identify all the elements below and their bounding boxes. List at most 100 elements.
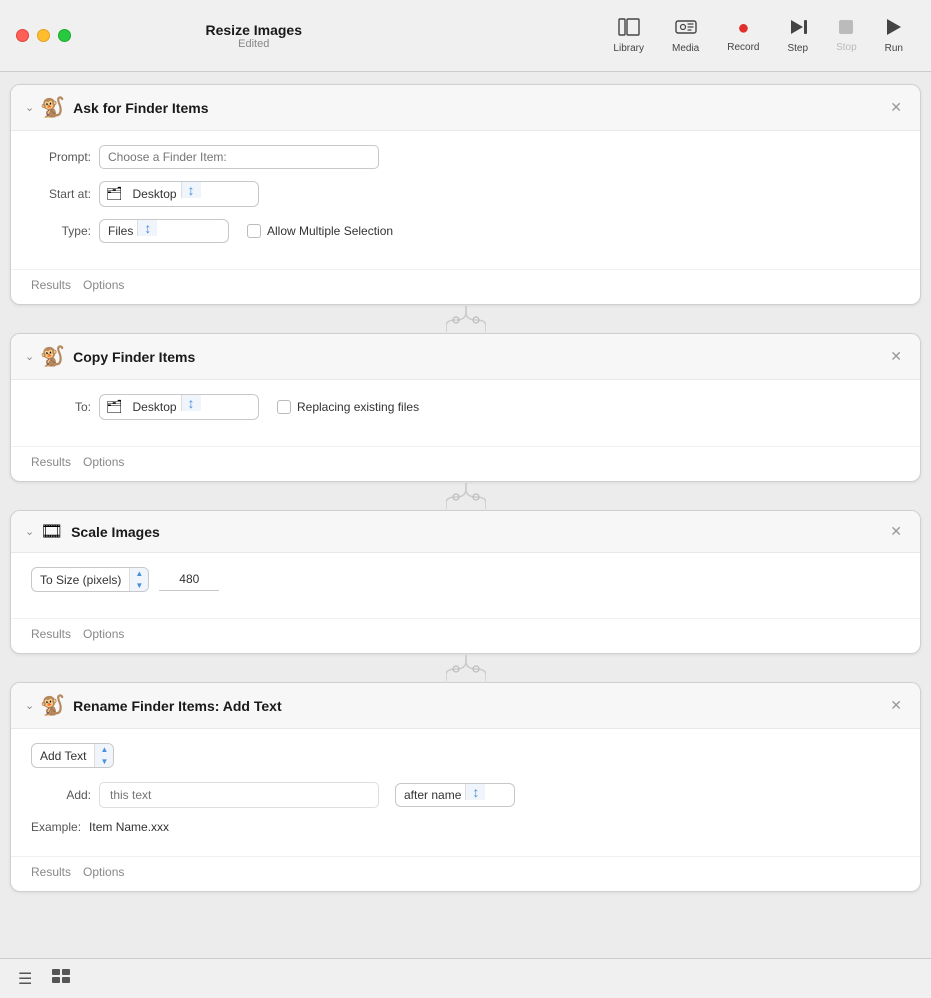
media-label: Media [672, 43, 699, 54]
add-type-text: Add Text [32, 745, 94, 767]
main-content: ⌄ 🐒 Ask for Finder Items ✕ Prompt: Start… [0, 72, 931, 944]
scale-arrow-down[interactable]: ▼ [130, 580, 148, 592]
prompt-row: Prompt: [31, 145, 900, 169]
card2-body: To: 🗂 Desktop ↕ Replacing existing files [11, 380, 920, 438]
add-text-input[interactable] [99, 782, 379, 808]
replacing-checkbox[interactable] [277, 400, 291, 414]
card1-header: ⌄ 🐒 Ask for Finder Items ✕ [11, 85, 920, 131]
run-button[interactable]: Run [873, 12, 915, 60]
card-rename-finder-items: ⌄ 🐒 Rename Finder Items: Add Text ✕ Add … [10, 682, 921, 892]
card4-options-btn[interactable]: Options [77, 863, 130, 881]
list-view-button[interactable]: ☰ [12, 965, 38, 993]
step-button[interactable]: Step [775, 12, 820, 60]
app-title-name: Resize Images [206, 22, 303, 38]
run-icon [886, 18, 902, 39]
titlebar: Resize Images Edited Library Med [0, 0, 931, 72]
type-select[interactable]: Files ↕ [99, 219, 229, 243]
record-label: Record [727, 42, 759, 53]
card2-close[interactable]: ✕ [886, 346, 906, 367]
card4-title: Rename Finder Items: Add Text [73, 698, 886, 714]
card2-chevron[interactable]: ⌄ [25, 350, 34, 363]
card1-chevron[interactable]: ⌄ [25, 101, 34, 114]
card-scale-images: ⌄ 🎞 Scale Images ✕ To Size (pixels) ▲ ▼ … [10, 510, 921, 654]
library-icon [618, 18, 640, 39]
example-row: Example: Item Name.xxx [31, 820, 900, 834]
card1-close[interactable]: ✕ [886, 97, 906, 118]
card3-close[interactable]: ✕ [886, 521, 906, 542]
library-button[interactable]: Library [601, 12, 656, 60]
stop-button[interactable]: Stop [824, 13, 869, 59]
start-at-row: Start at: 🗂 Desktop ↕ [31, 181, 900, 207]
to-value: Desktop [129, 396, 181, 418]
scale-arrow-up[interactable]: ▲ [130, 568, 148, 580]
card4-icon: 🐒 [40, 693, 65, 718]
stop-icon [838, 19, 854, 38]
position-select[interactable]: after name ↕ [395, 783, 515, 807]
card4-body: Add Text ▲ ▼ Add: after name ↕ Example: [11, 729, 920, 848]
card4-results-btn[interactable]: Results [25, 863, 77, 881]
card4-close[interactable]: ✕ [886, 695, 906, 716]
allow-multiple-wrapper: Allow Multiple Selection [247, 224, 393, 238]
card1-results-btn[interactable]: Results [25, 276, 77, 294]
record-icon: ● [737, 18, 749, 38]
card3-icon: 🎞 [40, 521, 63, 542]
add-type-arrow-up[interactable]: ▲ [95, 744, 113, 756]
minimize-button[interactable] [37, 29, 50, 42]
card1-footer: Results Options [11, 269, 920, 304]
card1-options-btn[interactable]: Options [77, 276, 130, 294]
type-row: Type: Files ↕ Allow Multiple Selection [31, 219, 900, 243]
media-button[interactable]: Media [660, 12, 711, 60]
card2-results-btn[interactable]: Results [25, 453, 77, 471]
step-icon [789, 18, 807, 39]
app-title: Resize Images Edited [206, 22, 303, 50]
type-value: Files [100, 220, 137, 242]
prompt-input[interactable] [99, 145, 379, 169]
card2-options-btn[interactable]: Options [77, 453, 130, 471]
to-arrow[interactable]: ↕ [181, 395, 201, 411]
connector-1 [10, 305, 921, 333]
replacing-label: Replacing existing files [297, 400, 419, 414]
card3-footer: Results Options [11, 618, 920, 653]
card3-options-btn[interactable]: Options [77, 625, 130, 643]
toolbar: Library Media ● Record [601, 12, 915, 60]
type-label: Type: [31, 224, 91, 238]
example-label: Example: [31, 820, 81, 834]
add-type-arrow-down[interactable]: ▼ [95, 756, 113, 768]
to-row: To: 🗂 Desktop ↕ Replacing existing files [31, 394, 900, 420]
add-row: Add: after name ↕ [31, 782, 900, 808]
card4-header: ⌄ 🐒 Rename Finder Items: Add Text ✕ [11, 683, 920, 729]
card3-results-btn[interactable]: Results [25, 625, 77, 643]
traffic-lights [16, 29, 71, 42]
record-button[interactable]: ● Record [715, 12, 771, 59]
grid-view-button[interactable] [46, 965, 76, 992]
add-type-select[interactable]: Add Text ▲ ▼ [31, 743, 114, 768]
bottom-toolbar: ☰ [0, 958, 931, 998]
card3-chevron[interactable]: ⌄ [25, 525, 34, 538]
replacing-wrapper: Replacing existing files [277, 400, 419, 414]
scale-value-input[interactable] [159, 568, 219, 591]
card3-body: To Size (pixels) ▲ ▼ [11, 553, 920, 610]
card-ask-finder-items: ⌄ 🐒 Ask for Finder Items ✕ Prompt: Start… [10, 84, 921, 305]
close-button[interactable] [16, 29, 29, 42]
card1-title: Ask for Finder Items [73, 100, 886, 116]
start-at-select[interactable]: 🗂 Desktop ↕ [99, 181, 259, 207]
type-arrow[interactable]: ↕ [137, 220, 157, 236]
scale-type-select[interactable]: To Size (pixels) ▲ ▼ [31, 567, 149, 592]
start-at-label: Start at: [31, 187, 91, 201]
position-arrow[interactable]: ↕ [465, 784, 485, 800]
allow-multiple-label: Allow Multiple Selection [267, 224, 393, 238]
add-type-row: Add Text ▲ ▼ [31, 743, 900, 768]
card4-chevron[interactable]: ⌄ [25, 699, 34, 712]
allow-multiple-checkbox[interactable] [247, 224, 261, 238]
scale-stepper-arrows[interactable]: ▲ ▼ [129, 568, 148, 591]
card2-icon: 🐒 [40, 344, 65, 369]
maximize-button[interactable] [58, 29, 71, 42]
card4-footer: Results Options [11, 856, 920, 891]
start-at-value: Desktop [129, 183, 181, 205]
start-at-arrow[interactable]: ↕ [181, 182, 201, 198]
add-type-arrows[interactable]: ▲ ▼ [94, 744, 113, 767]
connector-3 [10, 654, 921, 682]
scale-row: To Size (pixels) ▲ ▼ [31, 567, 900, 592]
to-select[interactable]: 🗂 Desktop ↕ [99, 394, 259, 420]
start-at-folder-icon: 🗂 [100, 182, 129, 206]
